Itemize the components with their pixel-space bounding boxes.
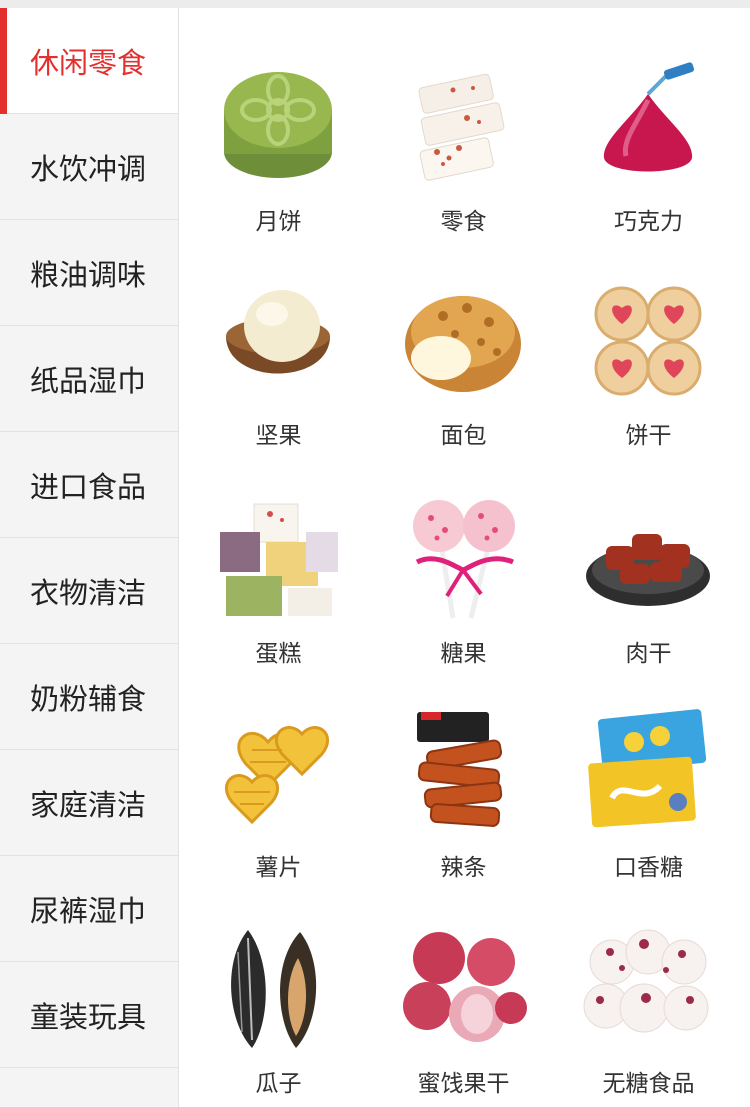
- sidebar-item-home-cleaning[interactable]: 家庭清洁: [0, 750, 178, 856]
- cake-icon: [212, 492, 344, 624]
- sidebar-item-label: 衣物清洁: [30, 575, 147, 610]
- product-spicy-strip[interactable]: 辣条: [371, 680, 556, 881]
- sidebar-item-baby-food[interactable]: 奶粉辅食: [0, 644, 178, 750]
- sidebar-item-imported-food[interactable]: 进口食品: [0, 432, 178, 538]
- snack-icon: [397, 60, 529, 192]
- gum-icon: [582, 706, 714, 838]
- sugar-free-icon: [582, 922, 714, 1054]
- product-cake[interactable]: 蛋糕: [186, 466, 371, 667]
- sidebar-item-drinks[interactable]: 水饮冲调: [0, 114, 178, 220]
- product-snack[interactable]: 零食: [371, 34, 556, 235]
- product-nut[interactable]: 坚果: [186, 248, 371, 449]
- product-label: 糖果: [440, 641, 487, 667]
- product-mooncake[interactable]: 月饼: [186, 34, 371, 235]
- product-label: 坚果: [255, 423, 302, 449]
- product-label: 巧克力: [614, 209, 683, 235]
- spicy-strip-icon: [397, 706, 529, 838]
- product-bread[interactable]: 面包: [371, 248, 556, 449]
- sidebar-item-laundry[interactable]: 衣物清洁: [0, 538, 178, 644]
- product-label: 瓜子: [255, 1071, 302, 1097]
- sidebar-item-paper-wipes[interactable]: 纸品湿巾: [0, 326, 178, 432]
- seeds-icon: [212, 922, 344, 1054]
- sidebar-item-label: 进口食品: [30, 469, 147, 504]
- product-label: 口香糖: [614, 855, 683, 881]
- sidebar-item-label: 奶粉辅食: [30, 681, 147, 716]
- sidebar-item-diapers[interactable]: 尿裤湿巾: [0, 856, 178, 962]
- product-label: 饼干: [625, 423, 672, 449]
- sidebar-item-label: 尿裤湿巾: [30, 893, 147, 928]
- sidebar-item-label: 粮油调味: [30, 257, 147, 292]
- chocolate-icon: [582, 60, 714, 192]
- category-sidebar: 休闲零食 水饮冲调 粮油调味 纸品湿巾 进口食品 衣物清洁 奶粉辅食 家庭清洁 …: [0, 8, 179, 1107]
- sidebar-item-label: 童装玩具: [30, 999, 147, 1034]
- product-label: 蜜饯果干: [417, 1071, 510, 1097]
- jerky-icon: [582, 492, 714, 624]
- product-candy[interactable]: 糖果: [371, 466, 556, 667]
- sidebar-item-label: 家庭清洁: [30, 787, 147, 822]
- sidebar-item-label: 纸品湿巾: [30, 363, 147, 398]
- product-chocolate[interactable]: 巧克力: [556, 34, 741, 235]
- nut-icon: [212, 274, 344, 406]
- chips-icon: [212, 706, 344, 838]
- sidebar-item-snacks[interactable]: 休闲零食: [0, 8, 178, 114]
- product-seeds[interactable]: 瓜子: [186, 896, 371, 1097]
- product-label: 肉干: [625, 641, 672, 667]
- sidebar-item-kids-toys[interactable]: 童装玩具: [0, 962, 178, 1068]
- product-sugar-free[interactable]: 无糖食品: [556, 896, 741, 1097]
- product-biscuit[interactable]: 饼干: [556, 248, 741, 449]
- product-label: 零食: [440, 209, 487, 235]
- sidebar-item-label: 水饮冲调: [30, 151, 147, 186]
- product-jerky[interactable]: 肉干: [556, 466, 741, 667]
- product-grid: 月饼 零食 巧克力 坚果 面包 饼干 蛋糕 糖果 肉干 薯片 辣条 口香糖 瓜子…: [186, 8, 742, 1107]
- product-dried-fruit[interactable]: 蜜饯果干: [371, 896, 556, 1097]
- product-chips[interactable]: 薯片: [186, 680, 371, 881]
- bread-icon: [397, 274, 529, 406]
- top-divider: [0, 0, 750, 8]
- biscuit-icon: [582, 274, 714, 406]
- candy-icon: [397, 492, 529, 624]
- sidebar-item-grain-oil[interactable]: 粮油调味: [0, 220, 178, 326]
- product-gum[interactable]: 口香糖: [556, 680, 741, 881]
- product-label: 月饼: [255, 209, 302, 235]
- dried-fruit-icon: [397, 922, 529, 1054]
- product-label: 蛋糕: [255, 641, 302, 667]
- product-label: 辣条: [440, 855, 487, 881]
- mooncake-icon: [212, 60, 344, 192]
- product-label: 薯片: [255, 855, 302, 881]
- product-label: 无糖食品: [602, 1071, 695, 1097]
- sidebar-item-label: 休闲零食: [30, 45, 147, 80]
- product-label: 面包: [440, 423, 487, 449]
